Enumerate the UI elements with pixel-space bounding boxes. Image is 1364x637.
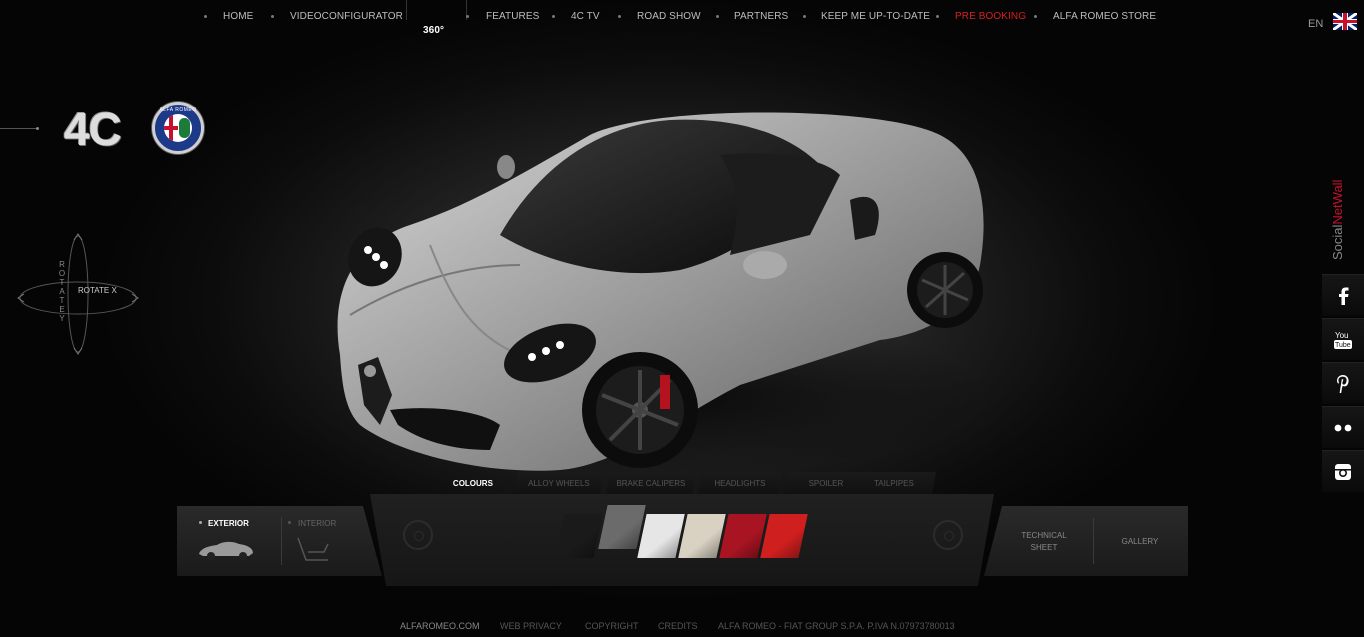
exterior-button[interactable]: EXTERIOR: [208, 519, 249, 528]
rotate-y-label: ROTATE Y: [58, 260, 66, 323]
nav-dot: [204, 15, 207, 18]
next-arrow-icon[interactable]: [933, 520, 963, 550]
mode-separator: [281, 517, 282, 565]
logo-dot: [36, 127, 39, 130]
social-title-prefix: Social: [1330, 224, 1345, 260]
nav-pre-booking[interactable]: PRE BOOKING: [955, 11, 1026, 22]
car-thumbnail-icon[interactable]: [197, 540, 255, 560]
tab-headlights-label: HEADLIGHTS: [714, 479, 766, 488]
nav-dot: [552, 15, 555, 18]
nav-separator: [406, 0, 407, 20]
uk-flag-icon[interactable]: [1333, 13, 1357, 30]
footer-credits-link[interactable]: CREDITS: [658, 621, 698, 631]
svg-text:Tube: Tube: [1335, 342, 1351, 349]
svg-text:You: You: [1335, 331, 1349, 340]
nav-videoconfigurator[interactable]: VIDEOCONFIGURATOR: [290, 11, 403, 22]
social-title-highlight: NetWall: [1330, 179, 1345, 225]
nav-dot: [1034, 15, 1037, 18]
language-selector[interactable]: EN: [1308, 18, 1323, 30]
gallery-button[interactable]: GALLERY: [1110, 536, 1170, 548]
nav-road-show[interactable]: ROAD SHOW: [637, 11, 701, 22]
nav-dot: [716, 15, 719, 18]
prev-arrow-icon[interactable]: [403, 520, 433, 550]
alfa-romeo-badge-icon[interactable]: ALFA ROMEO: [152, 102, 204, 154]
instagram-icon[interactable]: [1322, 450, 1364, 492]
car-3d-view[interactable]: [320, 95, 1000, 480]
nav-home[interactable]: HOME: [223, 11, 253, 22]
nav-dot: [803, 15, 806, 18]
nav-360-tag[interactable]: 360°: [423, 25, 444, 36]
facebook-icon[interactable]: [1322, 274, 1364, 316]
panel-separator: [1093, 518, 1094, 564]
tab-alloy-wheels[interactable]: ALLOY WHEELS: [514, 472, 604, 494]
footer-web-privacy-link[interactable]: WEB PRIVACY: [500, 621, 562, 631]
nav-4c-tv[interactable]: 4C TV: [571, 11, 600, 22]
pinterest-icon[interactable]: [1322, 362, 1364, 404]
configurator-stage: HOME VIDEOCONFIGURATOR 360° FEATURES 4C …: [0, 0, 1364, 637]
technical-sheet-button[interactable]: TECHNICAL SHEET: [1014, 530, 1074, 554]
nav-dot: [618, 15, 621, 18]
model-logo: 4C: [64, 103, 122, 155]
nav-dot: [271, 15, 274, 18]
youtube-icon[interactable]: You Tube: [1322, 318, 1364, 360]
top-navigation: HOME VIDEOCONFIGURATOR 360° FEATURES 4C …: [0, 0, 1364, 40]
interior-dot: [288, 521, 291, 524]
footer-alfaromeo-link[interactable]: ALFAROMEO.COM: [400, 621, 480, 631]
exterior-dot: [199, 521, 202, 524]
flickr-icon[interactable]: [1322, 406, 1364, 448]
tab-headlights[interactable]: HEADLIGHTS: [698, 472, 782, 494]
interior-thumbnail-icon[interactable]: [294, 534, 334, 564]
social-netwall-title[interactable]: SocialNetWall: [1330, 160, 1345, 260]
tab-brake-calipers[interactable]: BRAKE CALIPERS: [606, 472, 696, 494]
tab-colours-label: COLOURS: [452, 479, 493, 488]
nav-partners[interactable]: PARTNERS: [734, 11, 788, 22]
footer-legal-text: ALFA ROMEO - FIAT GROUP S.P.A. P.IVA N.0…: [718, 621, 955, 631]
nav-keep-me-up-to-date[interactable]: KEEP ME UP-TO-DATE: [821, 11, 930, 22]
interior-button[interactable]: INTERIOR: [298, 519, 336, 528]
badge-text: ALFA ROMEO: [159, 107, 197, 113]
tab-tailpipes-label: TAILPIPES: [873, 479, 914, 488]
nav-features[interactable]: FEATURES: [486, 11, 539, 22]
nav-dot: [466, 15, 469, 18]
nav-dot: [936, 15, 939, 18]
footer-copyright-link[interactable]: COPYRIGHT: [585, 621, 639, 631]
rotate-x-label: ROTATE X: [78, 286, 117, 295]
tab-tailpipes[interactable]: TAILPIPES: [852, 472, 936, 494]
tab-colours[interactable]: COLOURS: [434, 472, 512, 494]
tab-brake-calipers-label: BRAKE CALIPERS: [616, 479, 686, 488]
tab-alloy-wheels-label: ALLOY WHEELS: [528, 479, 590, 488]
nav-alfa-romeo-store[interactable]: ALFA ROMEO STORE: [1053, 11, 1156, 22]
logo-line: [0, 128, 36, 129]
